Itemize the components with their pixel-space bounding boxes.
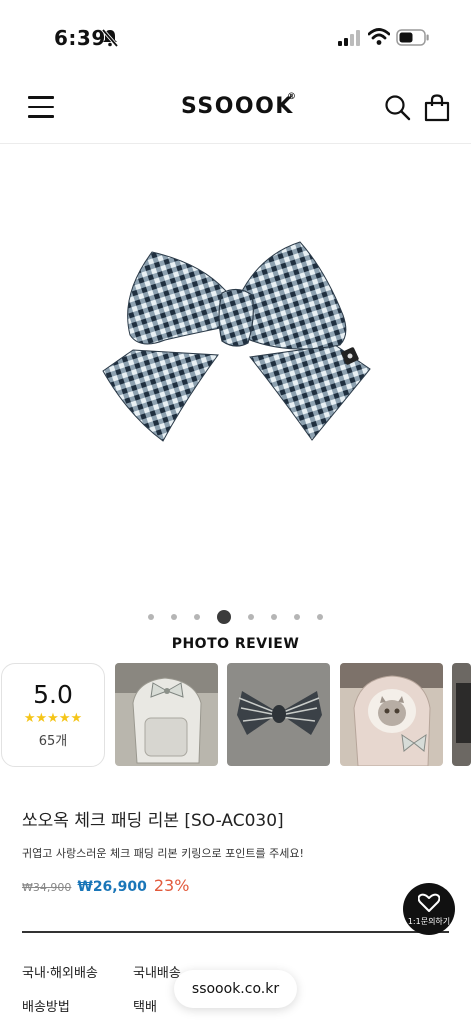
review-photo[interactable] xyxy=(452,663,471,766)
battery-icon xyxy=(396,29,429,46)
price-row: ₩34,900 ₩26,900 23% xyxy=(22,876,189,895)
shipping-type-value: 국내배송 xyxy=(133,966,181,981)
hamburger-menu-icon[interactable] xyxy=(28,96,54,120)
search-icon[interactable] xyxy=(384,94,411,121)
shopping-bag-icon[interactable] xyxy=(424,94,450,122)
status-time: 6:39 xyxy=(54,26,106,50)
review-photo[interactable] xyxy=(115,663,218,766)
carousel-dot[interactable] xyxy=(294,614,300,620)
inquiry-button[interactable]: 1:1문의하기 xyxy=(403,883,455,935)
original-price: ₩34,900 xyxy=(22,881,72,894)
chat-heart-icon xyxy=(418,893,440,912)
shipping-method-value: 택배 xyxy=(133,1000,157,1015)
shipping-type-label: 국내·해외배송 xyxy=(22,966,98,981)
discount-rate: 23% xyxy=(153,876,190,895)
carousel-dot[interactable] xyxy=(271,614,277,620)
photo-review-title: PHOTO REVIEW xyxy=(171,636,300,652)
registered-mark: ® xyxy=(287,92,296,102)
review-count: 65개 xyxy=(38,734,68,749)
carousel-dot-active[interactable] xyxy=(217,610,231,624)
site-header: SSOOOK ® xyxy=(0,72,471,144)
divider xyxy=(22,931,449,933)
rating-stars: ★★★★★ xyxy=(23,711,83,726)
sale-price: ₩26,900 xyxy=(77,879,147,895)
product-image[interactable] xyxy=(0,145,471,605)
inquiry-label: 1:1문의하기 xyxy=(407,917,451,926)
rating-score: 5.0 xyxy=(33,680,73,709)
site-logo[interactable]: SSOOOK xyxy=(181,94,294,119)
review-photo[interactable] xyxy=(340,663,443,766)
carousel-dot[interactable] xyxy=(317,614,323,620)
carousel-dot[interactable] xyxy=(248,614,254,620)
product-title: 쏘오옥 체크 패딩 리본 [SO-AC030] xyxy=(22,811,284,831)
shipping-method-label: 배송방법 xyxy=(22,1000,70,1015)
carousel-dots xyxy=(0,608,471,626)
wifi-icon xyxy=(368,28,390,45)
status-bar: 6:39 xyxy=(0,0,471,72)
signal-icon xyxy=(338,30,360,46)
site-url-pill[interactable]: ssoook.co.kr xyxy=(174,970,297,1008)
bell-muted-icon xyxy=(101,28,119,48)
carousel-dot[interactable] xyxy=(171,614,177,620)
carousel-dot[interactable] xyxy=(194,614,200,620)
rating-summary-card[interactable]: 5.0 ★★★★★ 65개 xyxy=(1,663,105,767)
review-photo[interactable] xyxy=(227,663,330,766)
product-description: 귀엽고 사랑스러운 체크 패딩 리본 키링으로 포인트를 주세요! xyxy=(22,847,304,860)
carousel-dot[interactable] xyxy=(148,614,154,620)
